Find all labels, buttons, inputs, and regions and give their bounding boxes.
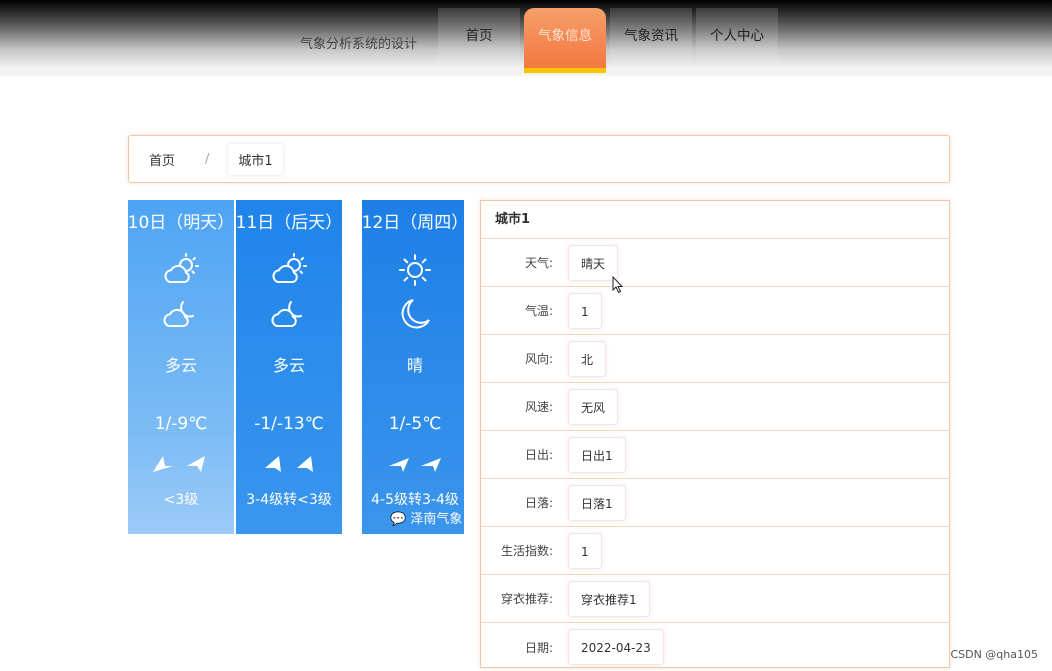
forecast-day-card: 11日（后天） 多云 -1/-13℃ 3-4级转<3级: [236, 200, 342, 534]
wind-direction-icons: [236, 452, 342, 480]
forecast-source-watermark: 💬 泽南气象: [390, 508, 462, 527]
breadcrumb: 首页 / 城市1: [128, 135, 950, 183]
nav-home-label: 首页: [465, 28, 493, 44]
detail-value: 晴天: [568, 244, 619, 281]
mouse-cursor-icon: [612, 275, 624, 298]
cloudy-night-icon: [128, 296, 234, 336]
nav-weather-news[interactable]: 气象资讯: [610, 8, 692, 68]
detail-row: 穿衣推荐: 穿衣推荐1: [481, 575, 949, 623]
breadcrumb-home[interactable]: 首页: [149, 150, 175, 169]
main-nav: 首页 气象信息 气象资讯 个人中心: [438, 8, 778, 73]
detail-row: 日出: 日出1: [481, 431, 949, 479]
detail-label: 生活指数:: [500, 544, 553, 558]
detail-value: 北: [568, 340, 607, 377]
detail-value: 1: [568, 292, 602, 329]
detail-title: 城市1: [481, 201, 949, 239]
wind-direction-icons: [362, 452, 464, 480]
city-detail-panel: 城市1 天气: 晴天 气温: 1 风向: 北 风速: 无风 日出: 日出1 日落: 日落1 …: [480, 200, 950, 668]
detail-row: 生活指数: 1: [481, 527, 949, 575]
wind-arrow-icon: [153, 456, 173, 472]
detail-label: 穿衣推荐:: [500, 592, 553, 606]
wind-arrow-icon: [187, 456, 205, 472]
moon-icon: [362, 296, 464, 336]
detail-label: 风速:: [524, 400, 553, 414]
nav-personal-center[interactable]: 个人中心: [696, 8, 778, 68]
detail-value: 1: [568, 532, 602, 569]
forecast-day-card: 10日（明天） 多云 1/-9℃ <3级: [128, 200, 234, 534]
top-nav-bar: 气象分析系统的设计 首页 气象信息 气象资讯 个人中心: [0, 0, 1052, 76]
forecast-condition: 多云: [272, 356, 305, 375]
forecast-date: 12日（周四）: [361, 213, 464, 233]
nav-weather-info[interactable]: 气象信息: [524, 8, 606, 73]
cloudy-night-icon: [236, 296, 342, 336]
detail-row: 风向: 北: [481, 335, 949, 383]
forecast-day-card: 12日（周四） 晴 1/-5℃ 4-5级转3-4级: [362, 200, 464, 534]
breadcrumb-separator: /: [205, 151, 210, 167]
partly-cloudy-icon: [236, 252, 342, 292]
detail-row: 气温: 1: [481, 287, 949, 335]
detail-value: 2022-04-23: [568, 629, 664, 665]
sun-icon: [362, 252, 464, 292]
wind-arrow-icon: [265, 456, 281, 472]
weather-forecast-widget: 10日（明天） 多云 1/-9℃ <3级 11日（后天） 多云 -1/-13℃ …: [128, 200, 464, 534]
forecast-source-label: 泽南气象: [410, 512, 463, 527]
forecast-temperature: 1/-5℃: [388, 414, 442, 434]
detail-value: 穿衣推荐1: [568, 580, 650, 617]
forecast-wind-level: 4-5级转3-4级: [371, 492, 459, 508]
detail-label: 天气:: [524, 256, 553, 270]
detail-label: 日期:: [524, 640, 553, 655]
detail-label: 日落:: [524, 496, 553, 510]
detail-label: 气温:: [524, 304, 553, 318]
nav-weather-info-label: 气象信息: [538, 28, 592, 44]
nav-weather-news-label: 气象资讯: [624, 28, 678, 44]
nav-home[interactable]: 首页: [438, 8, 520, 68]
forecast-condition: 晴: [406, 356, 423, 375]
wind-arrow-icon: [297, 456, 313, 472]
wechat-icon: 💬: [390, 512, 407, 527]
wind-direction-icons: [128, 452, 234, 480]
forecast-temperature: -1/-13℃: [254, 414, 324, 434]
detail-value: 日出1: [568, 436, 626, 473]
detail-label: 日出:: [524, 448, 553, 462]
partly-cloudy-icon: [128, 252, 234, 292]
nav-personal-center-label: 个人中心: [710, 28, 764, 44]
detail-label: 风向:: [524, 352, 553, 366]
forecast-condition: 多云: [164, 356, 197, 375]
detail-value: 无风: [568, 388, 619, 425]
detail-row: 天气: 晴天: [481, 239, 949, 287]
detail-row: 日落: 日落1: [481, 479, 949, 527]
breadcrumb-current: 城市1: [227, 142, 284, 176]
detail-row: 风速: 无风: [481, 383, 949, 431]
detail-row: 日期: 2022-04-23: [481, 623, 949, 671]
wind-arrow-icon: [389, 458, 409, 472]
wind-arrow-icon: [421, 458, 441, 472]
csdn-watermark: CSDN @qha105: [950, 648, 1038, 661]
site-title: 气象分析系统的设计: [300, 37, 418, 52]
detail-value: 日落1: [568, 484, 626, 521]
